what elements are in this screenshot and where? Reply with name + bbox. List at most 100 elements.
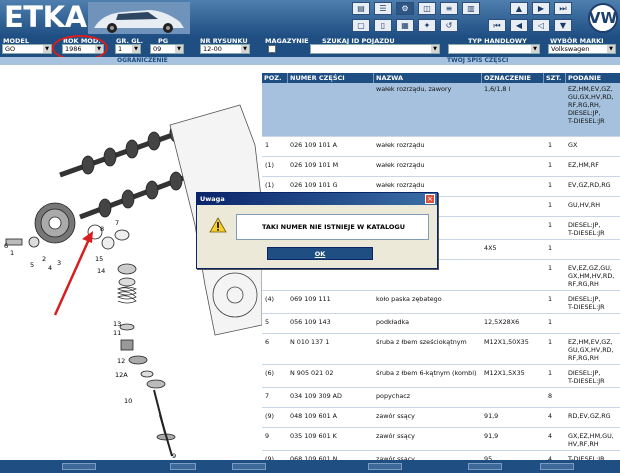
cell-model: GX <box>568 141 578 149</box>
table-row[interactable]: (1) 026 109 101 M wałek rozrządu 1 EZ,HM,RF <box>262 157 620 177</box>
cell-numer: N 905 021 02 <box>290 369 334 377</box>
cell-model: RD,EV,GZ,RG <box>568 412 611 420</box>
callout-9: 9 <box>172 452 176 460</box>
callout-3: 3 <box>57 259 61 267</box>
footer-button[interactable] <box>170 463 196 470</box>
table-group-row[interactable]: wałek rozrządu, zawory 1,6/1,8 l EZ,HM,EV,… <box>262 83 620 137</box>
footer-button[interactable] <box>468 463 502 470</box>
search-vehicle-select[interactable]: ▼ <box>310 44 440 54</box>
cell-numer: 035 109 601 K <box>290 432 337 440</box>
printer-icon[interactable]: ▤ <box>352 2 370 15</box>
cell-nazwa: wałek rozrządu, zawory <box>376 85 452 93</box>
cell-nazwa: zawór ssący <box>376 432 415 440</box>
down-icon[interactable]: ▼ <box>554 19 572 32</box>
magazine-checkbox[interactable] <box>268 45 276 53</box>
callout-14: 14 <box>97 267 105 275</box>
next-icon[interactable]: ▶ <box>532 2 550 15</box>
cell-numer: N 010 137 1 <box>290 338 330 346</box>
cell-poz: (9) <box>265 412 275 420</box>
cell-numer: 048 109 601 A <box>290 412 338 420</box>
ok-button[interactable]: OK <box>267 247 373 260</box>
cell-szt: 1 <box>548 221 553 229</box>
magazine-label: MAGAZYNIE <box>265 37 309 45</box>
footer-button[interactable] <box>62 463 96 470</box>
prev-icon[interactable]: ◀ <box>510 19 528 32</box>
camera-icon[interactable]: ◫ <box>418 2 436 15</box>
close-icon[interactable]: × <box>425 194 435 204</box>
footer-bar <box>0 460 620 473</box>
col-designation[interactable]: OZNACZENIE <box>482 73 544 83</box>
col-model[interactable]: PODANIE MODELU <box>566 73 620 92</box>
list-icon[interactable]: ☰ <box>374 2 392 15</box>
restriction-label: OGRANICZENIE <box>117 57 168 64</box>
cell-szt: 1 <box>548 369 553 377</box>
col-part-number[interactable]: NUMER CZĘŚCI <box>288 73 374 83</box>
cell-ozn: 91,9 <box>484 432 499 440</box>
cell-ozn: M12X1,50X35 <box>484 338 529 346</box>
cell-szt: 1 <box>548 201 553 209</box>
cell-szt: 1 <box>548 264 553 272</box>
cell-nazwa: śruba z łbem sześciokątnym <box>376 338 467 346</box>
table-row[interactable]: (9) 068 109 601 Nzawór ssący 95 4 T-DIESEL:J… <box>262 451 620 460</box>
footer-button[interactable] <box>540 463 574 470</box>
cell-szt: 1 <box>548 141 553 149</box>
table-row[interactable]: (6) N 905 021 02 śruba z łbem 6-kątnym (ko… <box>262 365 620 388</box>
chevron-down-icon: ▼ <box>43 45 51 53</box>
model-select[interactable]: GO ▼ <box>2 44 52 54</box>
last-icon[interactable]: ⏭ <box>554 2 572 15</box>
pin-icon[interactable]: ✦ <box>418 19 436 32</box>
col-qty[interactable]: SZT. <box>544 73 566 83</box>
col-name[interactable]: NAZWA <box>374 73 482 83</box>
table-row[interactable]: 1 026 109 101 A wałek rozrządu 1 GX <box>262 137 620 157</box>
chevron-down-icon: ▼ <box>531 45 539 53</box>
cell-nazwa: zawór ssący <box>376 412 415 420</box>
table-header: POZ. NUMER CZĘŚCI NAZWA OZNACZENIE SZT. … <box>262 73 620 92</box>
table-row[interactable]: 5 056 109 143 podkładka 12,5X28X6 1 <box>262 314 620 334</box>
back-icon[interactable]: ↺ <box>440 19 458 32</box>
col-poz[interactable]: POZ. <box>262 73 288 83</box>
pg-value: 09 <box>153 45 162 53</box>
table-row[interactable]: 9 035 109 601 K zawór ssący 91,9 4 GX,EZ,HM,G… <box>262 428 620 451</box>
brand-select[interactable]: Volkswagen ▼ <box>548 44 616 54</box>
cell-numer: 026 109 101 G <box>290 181 338 189</box>
chevron-down-icon: ▼ <box>241 45 249 53</box>
cell-nazwa: podkładka <box>376 318 410 326</box>
table-row[interactable]: 6 N 010 137 1 śruba z łbem sześciokątnym M1… <box>262 334 620 365</box>
cell-ozn: 1,6/1,8 l <box>484 85 511 93</box>
cell-poz: 7 <box>265 392 270 400</box>
dialog-message: TAKI NUMER NIE ISTNIEJE W KATALOGU <box>261 223 406 231</box>
bike-icon[interactable]: ⚙ <box>396 2 414 15</box>
table-row[interactable]: (4) 069 109 111 koło paska zębatego 1 DIESEL… <box>262 291 620 314</box>
callout-5: 5 <box>30 261 34 269</box>
table-row[interactable]: 7 034 109 309 AD popychacz 8 <box>262 388 620 408</box>
callout-2: 2 <box>42 255 46 263</box>
first-icon[interactable]: ⏮ <box>488 19 506 32</box>
pg-select[interactable]: 09 ▼ <box>150 44 184 54</box>
cell-szt: 1 <box>548 295 553 303</box>
cell-szt: 1 <box>548 161 553 169</box>
chevron-down-icon: ▼ <box>607 45 615 53</box>
cell-model: GX,EZ,HM,GU, HV,RF,RH <box>568 432 614 448</box>
cell-model: GU,HV,RH <box>568 201 601 209</box>
footer-button[interactable] <box>232 463 266 470</box>
footer-button[interactable] <box>368 463 402 470</box>
page-icon[interactable]: ▯ <box>374 19 392 32</box>
group-select[interactable]: 1 ▼ <box>115 44 141 54</box>
up-icon[interactable]: ▲ <box>510 2 528 15</box>
prev-frame-icon[interactable]: ◁ <box>532 19 550 32</box>
cell-nazwa: wałek rozrządu <box>376 141 425 149</box>
table-row[interactable]: (9) 048 109 601 A zawór ssący 91,9 4 RD,EV,GZ… <box>262 408 620 428</box>
cell-szt: 4 <box>548 432 553 440</box>
cell-numer: 026 109 101 M <box>290 161 339 169</box>
list-detail-icon[interactable]: ≡ <box>440 2 458 15</box>
drawing-select[interactable]: 12-00 ▼ <box>200 44 250 54</box>
model-value: GO <box>5 45 16 53</box>
monitor-icon[interactable]: ▢ <box>352 19 370 32</box>
cell-nazwa: popychacz <box>376 392 411 400</box>
trade-type-select[interactable]: ▼ <box>448 44 540 54</box>
book-icon[interactable]: ▥ <box>462 2 480 15</box>
grid-icon[interactable]: ▦ <box>396 19 414 32</box>
callout-6: 6 <box>4 242 8 250</box>
cell-poz: 9 <box>265 432 270 440</box>
cell-szt: 4 <box>548 412 553 420</box>
